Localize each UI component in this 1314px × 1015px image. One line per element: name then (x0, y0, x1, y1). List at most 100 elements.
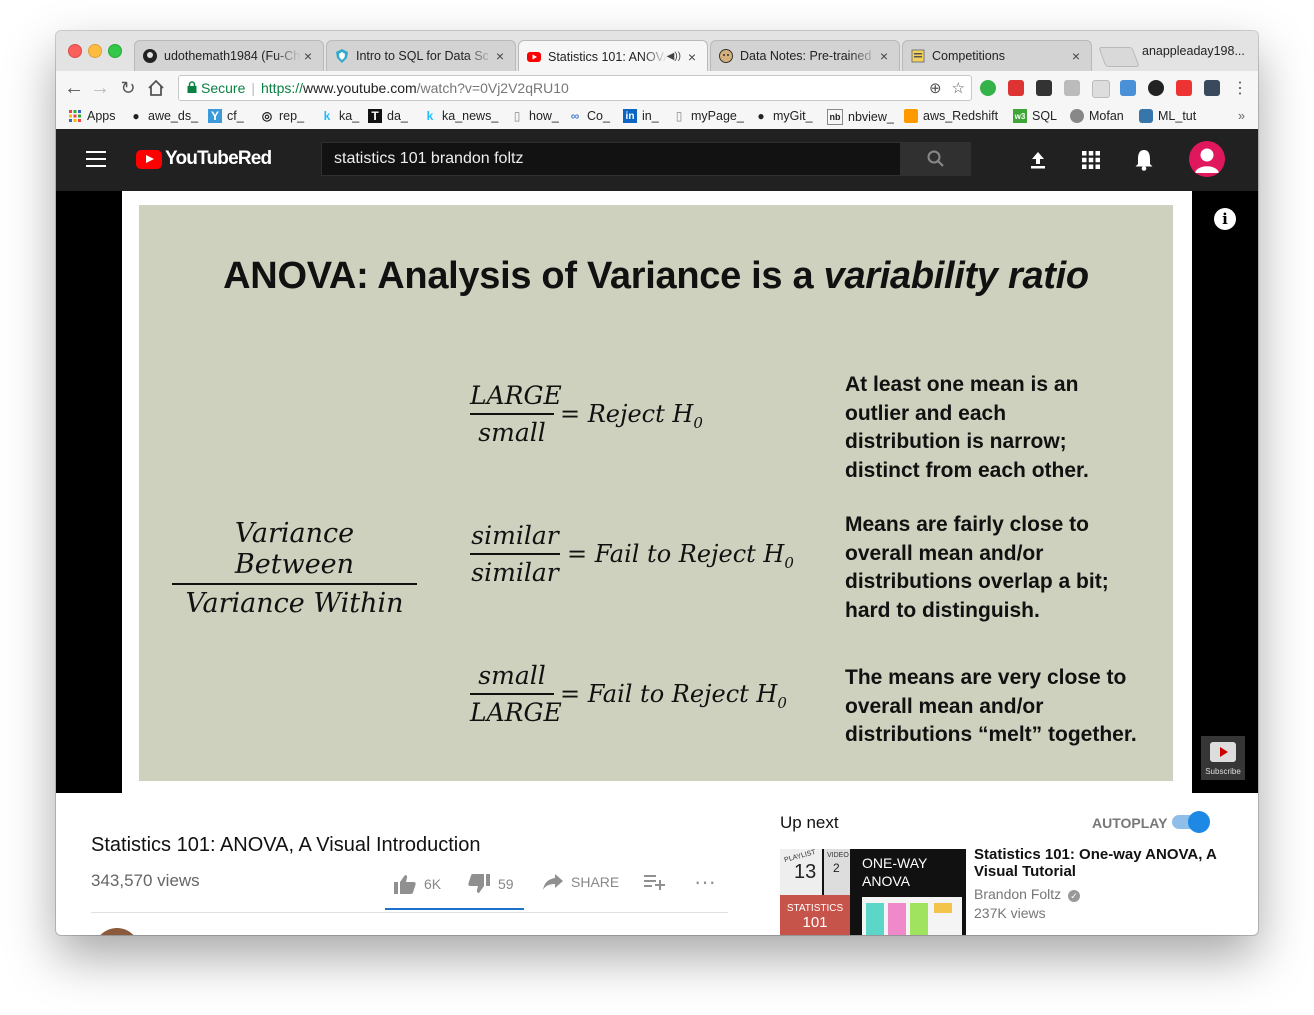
bookmark-label: awe_ds_ (148, 109, 199, 123)
minimize-window-button[interactable] (88, 44, 102, 58)
info-icon[interactable]: i (1214, 208, 1236, 230)
close-tab-icon[interactable]: × (685, 49, 699, 65)
thumbs-up-icon (394, 875, 416, 894)
upload-icon[interactable] (1026, 148, 1050, 172)
bookmark-how[interactable]: ▯ how_ (510, 109, 559, 123)
channel-name: Brandon Foltz (974, 886, 1062, 902)
extension-blue-icon[interactable] (1120, 80, 1136, 96)
extension-youtube-icon[interactable] (1176, 80, 1192, 96)
search-button[interactable] (901, 142, 971, 176)
explanation-line: distributions overlap a bit; (845, 570, 1109, 593)
browser-toolbar: ← → ↻ Secure | https:// www.youtube.com … (56, 71, 1258, 105)
extension-github-icon[interactable] (1148, 80, 1164, 96)
up-next-channel[interactable]: Brandon Foltz ✓ (974, 886, 1081, 902)
bookmark-aws-redshift[interactable]: aws_Redshift (904, 109, 998, 123)
video-player[interactable]: ANOVA: Analysis of Variance is a variabi… (56, 191, 1258, 793)
explanation-line: distribution is narrow; (845, 430, 1067, 453)
extension-red-book-icon[interactable] (1008, 80, 1024, 96)
tab-title: Data Notes: Pre-trained (740, 49, 872, 63)
extension-gray-icon[interactable] (1064, 80, 1080, 96)
maximize-window-button[interactable] (108, 44, 122, 58)
github-icon (143, 49, 157, 63)
similar-similar-fraction: similar similar (470, 521, 560, 587)
github-icon: ● (757, 109, 765, 123)
bookmark-cf[interactable]: Ycf_ (208, 109, 244, 123)
extension-note-icon[interactable] (1092, 80, 1110, 98)
tab-strip: udothemath1984 (Fu-Ch × Intro to SQL for… (56, 31, 1258, 72)
large-small-fraction: LARGE small (470, 381, 562, 447)
account-avatar[interactable] (1189, 141, 1225, 177)
like-ratio-bar (385, 908, 524, 910)
subscribe-watermark[interactable]: Subscribe (1201, 736, 1245, 780)
explanation-line: At least one mean is an (845, 373, 1079, 396)
bookmark-sql[interactable]: w3 SQL (1013, 109, 1057, 123)
home-icon[interactable] (144, 76, 168, 100)
bookmark-ka[interactable]: k ka_ (320, 109, 360, 123)
extension-dark-icon[interactable] (1204, 80, 1220, 96)
explanation-line: overall mean and/or (845, 541, 1044, 565)
tab-title: Intro to SQL for Data Sc (356, 49, 489, 63)
fraction-numerator: LARGE (470, 381, 562, 410)
apps-grid-icon[interactable] (1079, 148, 1103, 172)
bookmark-ka-news[interactable]: k ka_news_ (423, 109, 499, 123)
tab-kaggle-notes[interactable]: Data Notes: Pre-trained × (710, 40, 900, 71)
like-button[interactable]: 6K (394, 874, 441, 894)
menu-dots-icon[interactable]: ⋮ (1228, 76, 1252, 100)
bookmark-awe-ds[interactable]: ● awe_ds_ (129, 109, 198, 123)
bookmark-mygit[interactable]: ● myGit_ (754, 109, 812, 123)
close-tab-icon[interactable]: × (493, 48, 507, 64)
tab-github[interactable]: udothemath1984 (Fu-Ch × (134, 40, 324, 71)
bookmark-mofan[interactable]: Mofan (1070, 109, 1124, 123)
bookmark-star-icon[interactable]: ☆ (952, 79, 965, 97)
search-input[interactable]: statistics 101 brandon foltz (321, 142, 901, 176)
bookmark-mypage[interactable]: ▯ myPage_ (672, 109, 744, 123)
thumb-playlist-num: 13 (794, 861, 817, 883)
page-icon: ▯ (675, 109, 683, 123)
close-tab-icon[interactable]: × (1069, 48, 1083, 64)
tab-youtube-active[interactable]: Statistics 101: ANOVA ◀)) × (518, 40, 708, 72)
page-icon: ▯ (513, 109, 521, 123)
close-tab-icon[interactable]: × (877, 48, 891, 64)
share-button[interactable]: SHARE (543, 874, 619, 890)
youtube-subscribe-icon (1210, 742, 1236, 762)
more-actions-icon[interactable]: ··· (694, 869, 716, 895)
extension-green-icon[interactable] (980, 80, 996, 96)
close-tab-icon[interactable]: × (301, 48, 315, 64)
new-tab-button[interactable] (1098, 47, 1140, 67)
profile-name[interactable]: anappleaday198... (1142, 44, 1245, 58)
bookmark-nbview[interactable]: nb nbview_ (827, 109, 894, 125)
back-arrow-icon[interactable]: ← (62, 76, 86, 100)
explanation-line: outlier and each (845, 401, 1007, 425)
kaggle-k-icon: k (323, 109, 331, 123)
tab-competitions[interactable]: Competitions × (902, 40, 1092, 71)
tab-datacamp[interactable]: Intro to SQL for Data Sc × (326, 40, 516, 71)
close-window-button[interactable] (68, 44, 82, 58)
address-bar[interactable]: Secure | https:// www.youtube.com /watch… (178, 75, 972, 101)
bookmark-apps[interactable]: Apps (68, 109, 116, 123)
up-next-title[interactable]: Statistics 101: One-way ANOVA, A Visual … (974, 846, 1224, 880)
bookmark-in[interactable]: in in_ (623, 109, 659, 123)
bookmark-da[interactable]: Tda_ (368, 109, 408, 123)
hamburger-menu-icon[interactable] (86, 151, 106, 172)
up-next-thumbnail[interactable]: PLAYLIST 13 VIDEO 2 STATISTICS 101 ONE-W… (780, 849, 966, 935)
github-icon: ● (132, 109, 140, 123)
bookmark-ml-tut[interactable]: ML_tut (1139, 109, 1196, 123)
dislike-count: 59 (498, 876, 514, 892)
extension-keyhole-icon[interactable] (1036, 80, 1052, 96)
fraction-numerator: small (478, 661, 546, 690)
w3-icon: w3 (1013, 109, 1027, 123)
bookmark-co[interactable]: ∞ Co_ (568, 109, 610, 123)
datacamp-shield-icon (335, 49, 349, 63)
speaker-icon[interactable]: ◀)) (667, 51, 681, 62)
bookmark-rep[interactable]: ◎ rep_ (260, 109, 304, 123)
youtube-red-logo[interactable]: YouTubeRed (136, 148, 272, 170)
forward-arrow-icon[interactable]: → (88, 76, 112, 100)
notifications-bell-icon[interactable] (1132, 148, 1156, 172)
bookmarks-overflow-icon[interactable]: » (1238, 109, 1245, 123)
zoom-icon[interactable]: ⊕ (929, 79, 942, 97)
autoplay-toggle[interactable] (1172, 811, 1210, 833)
channel-avatar[interactable] (94, 928, 140, 935)
add-to-playlist-button[interactable] (644, 874, 666, 890)
reload-icon[interactable]: ↻ (116, 76, 140, 100)
dislike-button[interactable]: 59 (468, 874, 514, 894)
